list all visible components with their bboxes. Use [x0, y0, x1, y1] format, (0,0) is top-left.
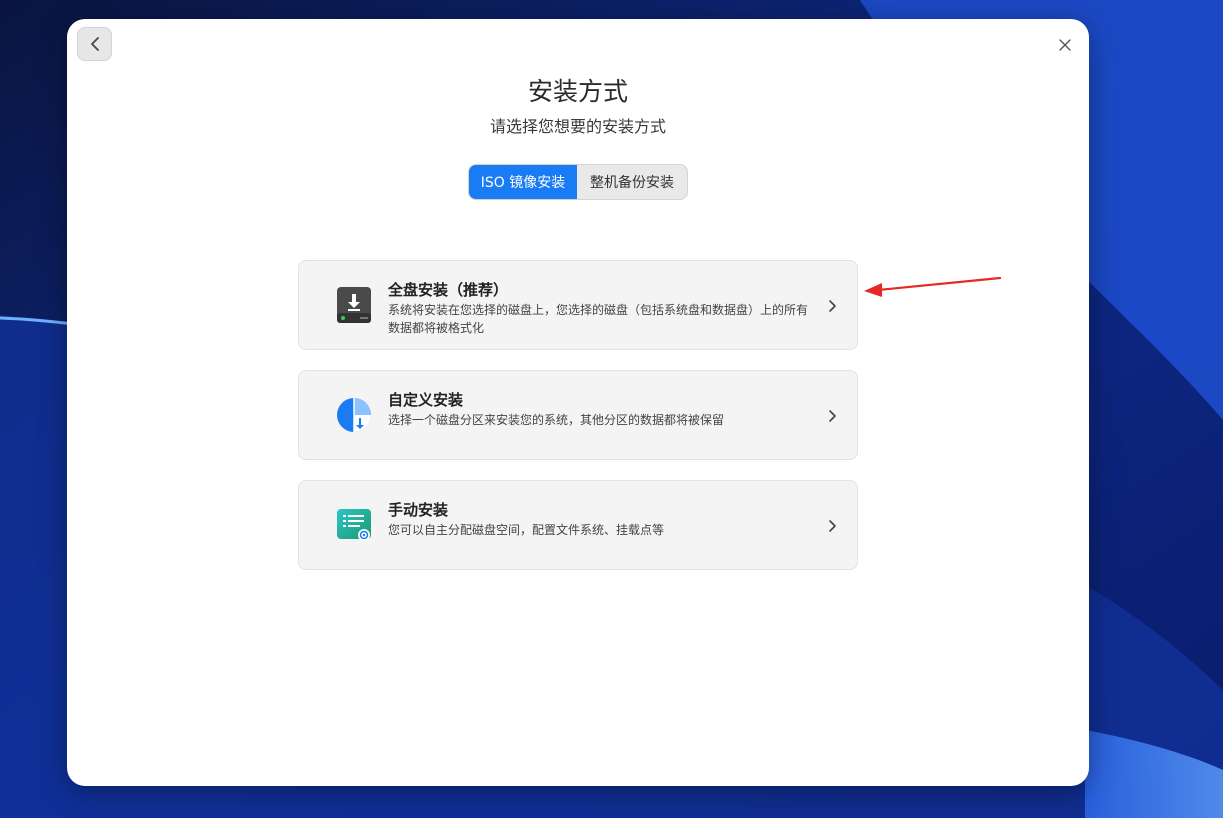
installer-window: 安装方式 请选择您想要的安装方式 ISO 镜像安装 整机备份安装 全盘安装（推荐…	[67, 19, 1089, 786]
close-icon	[1059, 39, 1071, 51]
option-title: 自定义安装	[388, 391, 464, 409]
option-title: 全盘安装（推荐）	[388, 281, 509, 299]
option-custom-install[interactable]: 自定义安装 选择一个磁盘分区来安装您的系统，其他分区的数据都将被保留	[298, 370, 858, 460]
manual-config-icon	[337, 509, 371, 541]
back-button[interactable]	[77, 27, 112, 61]
chevron-right-icon	[829, 520, 836, 532]
tab-backup-install[interactable]: 整机备份安装	[577, 165, 687, 199]
disk-download-icon	[337, 287, 371, 323]
page-subtitle: 请选择您想要的安装方式	[489, 117, 666, 136]
option-manual-install[interactable]: 手动安装 您可以自主分配磁盘空间，配置文件系统、挂载点等	[298, 480, 858, 570]
option-description: 系统将安装在您选择的磁盘上，您选择的磁盘（包括系统盘和数据盘）上的所有数据都将被…	[388, 303, 809, 335]
chevron-right-icon	[829, 300, 836, 312]
option-description: 您可以自主分配磁盘空间，配置文件系统、挂载点等	[388, 523, 665, 537]
tab-iso-install[interactable]: ISO 镜像安装	[469, 165, 577, 199]
option-title: 手动安装	[388, 501, 449, 519]
close-button[interactable]	[1055, 35, 1075, 55]
page-title: 安装方式	[527, 77, 628, 106]
option-full-disk-install[interactable]: 全盘安装（推荐） 系统将安装在您选择的磁盘上，您选择的磁盘（包括系统盘和数据盘）…	[298, 260, 858, 350]
install-source-switch: ISO 镜像安装 整机备份安装	[468, 164, 688, 200]
annotation-arrow	[864, 276, 1002, 297]
chevron-right-icon	[829, 410, 836, 422]
option-description: 选择一个磁盘分区来安装您的系统，其他分区的数据都将被保留	[388, 413, 725, 427]
chevron-left-icon	[90, 37, 99, 51]
partition-pie-icon	[337, 398, 371, 432]
